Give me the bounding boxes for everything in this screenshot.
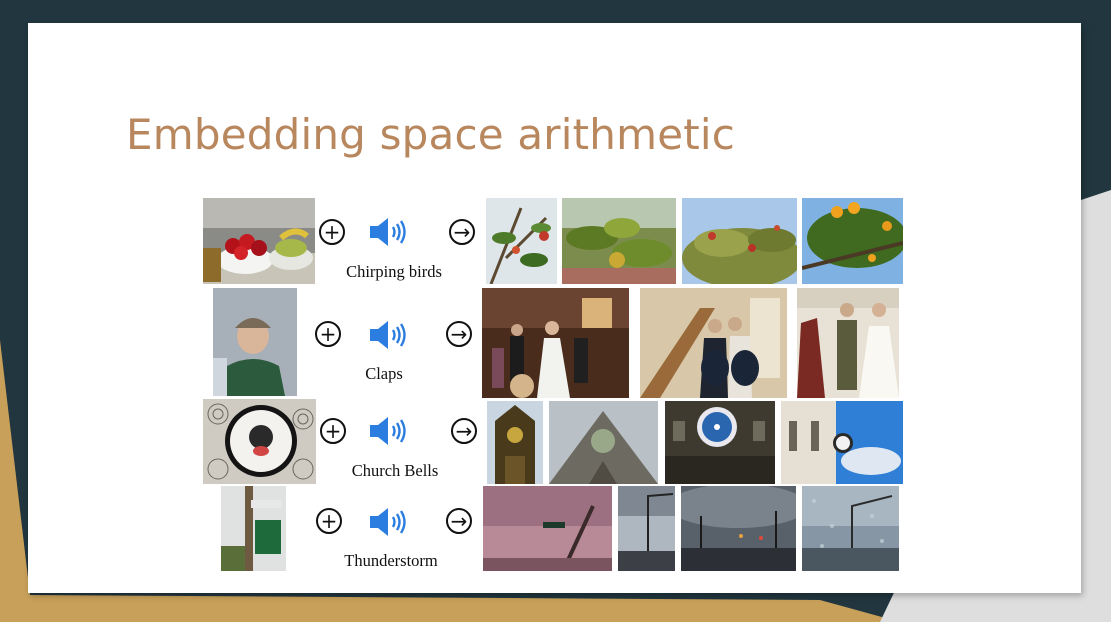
wedding-ceremony-image [482,288,629,398]
apple-tree-branch-image [486,198,557,284]
orange-tree-image [802,198,903,284]
audio-label: Thunderstorm [344,551,438,570]
cloudy-intersection-image [681,486,796,571]
plus-operator: + [316,508,342,534]
stormy-street-sign-image [483,486,612,571]
audio-label: Claps [365,364,403,383]
slide-title: Embedding space arithmetic [126,110,736,159]
plus-operator: + [320,418,346,444]
audio-label: Church Bells [351,461,439,480]
equals-arrow-operator: → [446,508,472,534]
wall-clock-image [203,399,316,484]
church-tower-image [487,401,543,484]
plus-operator: + [315,321,341,347]
speaker-icon [370,508,406,536]
equals-arrow-operator: → [451,418,477,444]
equals-arrow-operator: → [449,219,475,245]
speaker-icon [370,321,406,349]
fruit-tree-leaves-image [562,198,676,284]
speaker-icon [370,417,406,445]
red-fruit-tree-image [682,198,797,284]
plus-operator: + [319,219,345,245]
speaker-icon [370,218,406,246]
equals-arrow-operator: → [446,321,472,347]
street-sign-image [221,486,286,571]
couple-on-chairs-image [640,288,787,398]
building-clock-image [665,401,775,484]
clock-tower-sky-image [781,401,903,484]
person-portrait-image [213,288,297,396]
audio-label: Chirping birds [346,262,442,281]
dark-sky-road-image [618,486,675,571]
rainy-window-image [802,486,899,571]
bowl-of-fruit-image [203,198,315,284]
church-roof-image [549,401,658,484]
bride-and-groom-image [797,288,899,398]
